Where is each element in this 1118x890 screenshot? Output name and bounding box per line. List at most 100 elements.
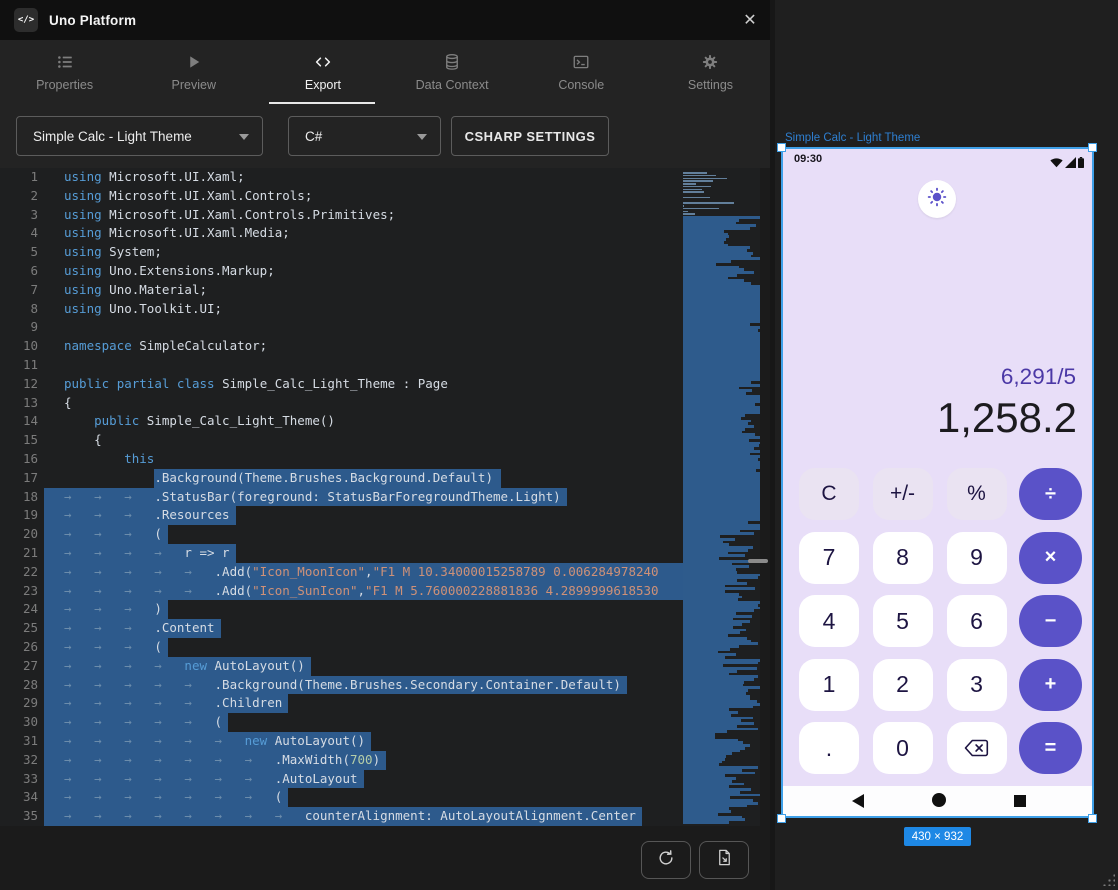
code-editor[interactable]: 3 5 → → → → → → → → counterAlignment: Auto…	[0, 168, 775, 826]
code-line: 21→ → → → r => r	[0, 544, 683, 563]
export-file-button[interactable]	[699, 841, 749, 879]
code-line: 28→ → → → → .Background(Theme.Brushes.Se…	[0, 676, 683, 695]
key-equals[interactable]: =	[1019, 722, 1082, 774]
key-digit-2[interactable]: 2	[873, 659, 933, 711]
code-text: → → → → new AutoLayout()	[64, 657, 305, 676]
line-number: 9	[0, 318, 38, 337]
code-line: 14 public Simple_Calc_Light_Theme()	[0, 412, 683, 431]
tab-data-context[interactable]: Data Context	[388, 40, 517, 104]
line-number: 1	[0, 168, 38, 187]
key-digit-1[interactable]: 1	[799, 659, 859, 711]
line-number: 5	[0, 243, 38, 262]
key-minus[interactable]: −	[1019, 595, 1082, 647]
editor-minimap[interactable]	[683, 168, 760, 826]
key-plus[interactable]: +	[1019, 659, 1082, 711]
battery-icon	[1078, 155, 1084, 173]
back-icon[interactable]	[852, 794, 864, 808]
sun-icon	[926, 186, 948, 213]
key-digit-8[interactable]: 8	[873, 532, 933, 584]
key-digit-7[interactable]: 7	[799, 532, 859, 584]
tab-console[interactable]: Console	[517, 40, 646, 104]
code-text: using System;	[64, 243, 162, 262]
code-text: public Simple_Calc_Light_Theme()	[64, 412, 335, 431]
key-multiply[interactable]: ×	[1019, 532, 1082, 584]
key-digit-6[interactable]: 6	[947, 595, 1007, 647]
code-text: → → → .Content	[64, 619, 215, 638]
home-icon[interactable]	[932, 793, 946, 807]
language-select-value: C#	[305, 129, 322, 144]
line-number: 3	[0, 206, 38, 225]
code-text: → → → → → (	[64, 713, 222, 732]
key-digit-9[interactable]: 9	[947, 532, 1007, 584]
key-digit-0[interactable]: 0	[873, 722, 933, 774]
code-line: 31→ → → → → → new AutoLayout()	[0, 732, 683, 751]
language-select[interactable]: C#	[288, 116, 441, 156]
key-digit-3[interactable]: 3	[947, 659, 1007, 711]
line-number: 31	[0, 732, 38, 751]
code-line: 27→ → → → new AutoLayout()	[0, 657, 683, 676]
selection-handle-top-left[interactable]	[777, 143, 786, 152]
code-line: 13{	[0, 394, 683, 413]
status-icons	[1050, 155, 1084, 173]
line-number: 4	[0, 224, 38, 243]
refresh-button[interactable]	[641, 841, 691, 879]
preview-icon	[185, 52, 203, 72]
tab-export[interactable]: Export	[258, 40, 387, 104]
selection-handle-bottom-right[interactable]	[1088, 814, 1097, 823]
line-number: 17	[0, 469, 38, 488]
line-number: 14	[0, 412, 38, 431]
key-clear[interactable]: C	[799, 468, 859, 520]
code-line: 34→ → → → → → → (	[0, 788, 683, 807]
line-number: 19	[0, 506, 38, 525]
close-icon[interactable]: ✕	[739, 9, 761, 31]
code-line: 23→ → → → → .Add("Icon_SunIcon","F1 M 5.…	[0, 582, 683, 601]
chevron-down-icon	[417, 134, 427, 140]
key-backspace[interactable]	[947, 722, 1007, 774]
theme-select[interactable]: Simple Calc - Light Theme	[16, 116, 263, 156]
tab-settings[interactable]: Settings	[646, 40, 775, 104]
line-number: 30	[0, 713, 38, 732]
selection-handle-top-right[interactable]	[1088, 143, 1097, 152]
theme-toggle-button[interactable]	[918, 180, 956, 218]
tab-preview[interactable]: Preview	[129, 40, 258, 104]
export-toolbar: Simple Calc - Light Theme C# CSHARP SETT…	[0, 104, 775, 168]
code-line: 17 .Background(Theme.Brushes.Background.…	[0, 469, 683, 488]
key-divide[interactable]: ÷	[1019, 468, 1082, 520]
line-number: 11	[0, 356, 38, 375]
code-line: 24→ → → )	[0, 600, 683, 619]
key-percent[interactable]: %	[947, 468, 1007, 520]
key-plus-minus[interactable]: +/-	[873, 468, 933, 520]
recents-icon[interactable]	[1014, 795, 1026, 807]
line-number: 6	[0, 262, 38, 281]
code-line: 1 using Microsoft.UI.Xaml;	[0, 168, 683, 187]
code-line: 2using Microsoft.UI.Xaml.Controls;	[0, 187, 683, 206]
code-text: using Microsoft.UI.Xaml;	[64, 168, 245, 187]
window-resize-grip[interactable]	[1102, 873, 1115, 886]
tab-label: Settings	[688, 78, 733, 92]
csharp-settings-button[interactable]: CSHARP SETTINGS	[451, 116, 609, 156]
code-text: → → → → → → → → counterAlignment: AutoLa…	[64, 807, 636, 826]
tool-panel: </> Uno Platform ✕ PropertiesPreview Expo…	[0, 0, 775, 890]
key-digit-4[interactable]: 4	[799, 595, 859, 647]
code-text: using Microsoft.UI.Xaml.Media;	[64, 224, 290, 243]
code-text: → → → → r => r	[64, 544, 230, 563]
key-digit-5[interactable]: 5	[873, 595, 933, 647]
theme-select-value: Simple Calc - Light Theme	[33, 129, 192, 144]
code-line: 15 {	[0, 431, 683, 450]
phone-preview[interactable]: 09:30 6,291/5 1,258.2 C+/-%÷789×456−123+…	[781, 147, 1094, 818]
code-line: 26→ → → (	[0, 638, 683, 657]
tab-properties[interactable]: Properties	[0, 40, 129, 104]
line-number: 7	[0, 281, 38, 300]
title-bar: </> Uno Platform ✕	[0, 0, 775, 40]
code-text: namespace SimpleCalculator;	[64, 337, 267, 356]
code-text: .Background(Theme.Brushes.Background.Def…	[64, 469, 493, 488]
key-decimal[interactable]: .	[799, 722, 859, 774]
wifi-icon	[1050, 155, 1063, 173]
tab-label: Export	[305, 78, 341, 92]
line-number: 32	[0, 751, 38, 770]
panel-resize-handle[interactable]	[748, 559, 768, 563]
code-text: using Uno.Toolkit.UI;	[64, 300, 222, 319]
selection-handle-bottom-left[interactable]	[777, 814, 786, 823]
code-text: → → → → → → → (	[64, 788, 282, 807]
line-number: 10	[0, 337, 38, 356]
